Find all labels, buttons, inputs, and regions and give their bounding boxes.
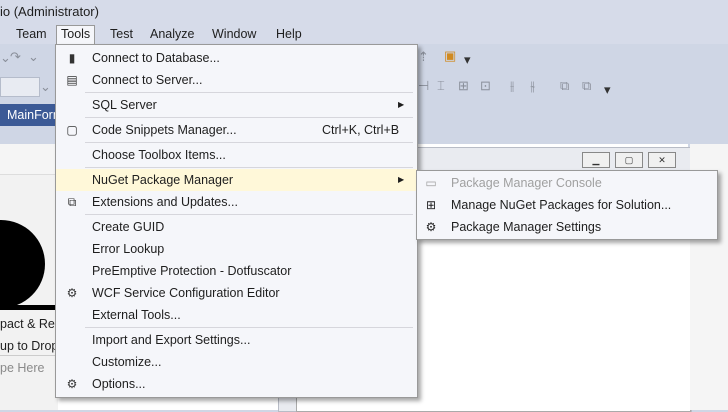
menu-item-connect-database[interactable]: ▮ Connect to Database... [56,47,417,69]
menu-item-wcf-editor[interactable]: ⚙ WCF Service Configuration Editor [56,282,417,304]
menu-window[interactable]: Window [208,26,260,43]
picture-box-base [0,305,55,310]
submenu-arrow-icon: ▶ [398,175,405,184]
menu-separator [85,92,413,93]
menu-separator [85,142,413,143]
menu-item-connect-server[interactable]: ▤ Connect to Server... [56,69,417,91]
left-label-2: up to Drop [0,339,59,353]
title-bar: io (Administrator) [0,0,728,24]
menu-separator [85,327,413,328]
size-icon[interactable]: ⊡ [480,78,491,94]
redo-icon[interactable]: ↷ [10,49,21,65]
send-back-icon[interactable]: ⧉ [582,78,591,94]
menu-item-package-console[interactable]: ▭ Package Manager Console [417,172,717,194]
left-pane-header [0,144,58,175]
extensions-icon: ⧉ [67,195,77,209]
align-left-icon[interactable]: ⊣ [418,78,429,94]
menu-item-sql-server[interactable]: SQL Server ▶ [56,94,417,116]
menu-item-nuget[interactable]: NuGet Package Manager ▶ [56,169,417,191]
menu-item-create-guid[interactable]: Create GUID [56,216,417,238]
submenu-arrow-icon: ▶ [398,100,405,109]
maximize-icon[interactable]: ▢ [615,152,643,168]
menu-separator [85,214,413,215]
server-plus-icon: ▤ [66,73,78,87]
bring-front-icon[interactable]: ⧉ [560,78,569,94]
snippet-icon: ▢ [66,123,78,137]
console-icon: ▭ [425,176,437,190]
window-title: io (Administrator) [0,4,99,19]
close-icon[interactable]: ✕ [648,152,676,168]
menu-tools[interactable]: Tools [56,25,96,45]
menu-item-package-settings[interactable]: ⚙ Package Manager Settings [417,216,717,238]
align-center-icon[interactable]: ⌶ [437,78,445,94]
vspace-icon[interactable]: ⫳ [530,78,535,94]
gear-icon: ⚙ [425,220,437,234]
align-right-icon[interactable]: ⊞ [458,78,469,94]
type-here-placeholder[interactable]: pe Here [0,361,44,375]
menu-separator [85,167,413,168]
attach-icon[interactable]: ⇡ [418,49,429,65]
toolbar-overflow-icon[interactable]: ▾ [464,52,471,68]
menu-test[interactable]: Test [106,26,137,43]
find-icon[interactable]: ▣ [444,48,456,64]
minimize-icon[interactable]: ▁ [582,152,610,168]
combo-dropdown-icon[interactable]: ⌄ [40,79,51,95]
gears-icon: ⚙ [66,286,78,300]
menu-analyze[interactable]: Analyze [146,26,198,43]
menu-item-extensions[interactable]: ⧉ Extensions and Updates... [56,191,417,213]
config-combo[interactable] [0,77,40,97]
shortcut-text: Ctrl+K, Ctrl+B [322,123,400,137]
menu-item-dotfuscator[interactable]: PreEmptive Protection - Dotfuscator [56,260,417,282]
hspace-icon[interactable]: ⫲ [510,78,514,94]
menu-item-manage-packages[interactable]: ⊞ Manage NuGet Packages for Solution... [417,194,717,216]
redo-dropdown-icon[interactable]: ⌄ [28,49,39,65]
menu-item-import-export[interactable]: Import and Export Settings... [56,329,417,351]
left-divider [0,355,58,356]
database-plus-icon: ▮ [68,51,76,65]
toolbar2-overflow-icon[interactable]: ▾ [604,82,611,98]
menu-item-error-lookup[interactable]: Error Lookup [56,238,417,260]
menu-separator [85,117,413,118]
menu-item-options[interactable]: ⚙ Options... [56,373,417,395]
tools-menu: ▮ Connect to Database... ▤ Connect to Se… [55,44,418,398]
menu-item-customize[interactable]: Customize... [56,351,417,373]
menu-item-code-snippets[interactable]: ▢ Code Snippets Manager... Ctrl+K, Ctrl+… [56,119,417,141]
nuget-submenu: ▭ Package Manager Console ⊞ Manage NuGet… [416,170,718,240]
menu-bar: Team Tools Test Analyze Window Help [0,24,728,45]
menu-help[interactable]: Help [272,26,306,43]
gear-icon: ⚙ [66,377,78,391]
left-label-1: pact & Rep [0,317,62,331]
menu-item-choose-toolbox[interactable]: Choose Toolbox Items... [56,144,417,166]
package-icon: ⊞ [425,198,437,212]
menu-team[interactable]: Team [12,26,51,43]
menu-item-external-tools[interactable]: External Tools... [56,304,417,326]
